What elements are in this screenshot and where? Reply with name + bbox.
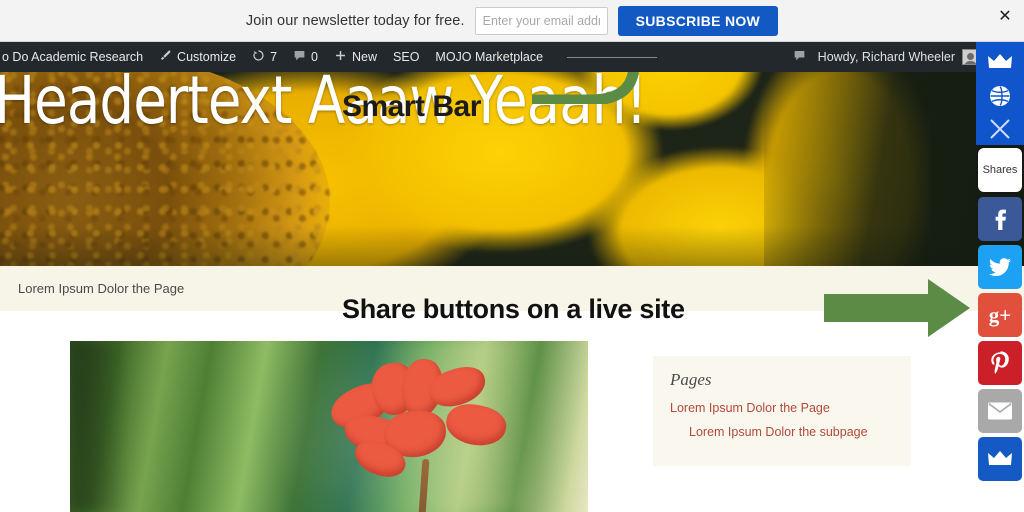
comment-bubble-icon <box>293 49 306 65</box>
post-featured-image <box>70 341 588 512</box>
annotation-share-buttons: Share buttons on a live site <box>342 294 685 324</box>
annotation-arrow-right-icon <box>824 277 972 344</box>
admin-bar-left-group: o Do Academic Research Customize 7 0 New <box>0 42 658 72</box>
plus-icon <box>334 49 347 65</box>
geranium-flower-image <box>324 357 518 512</box>
twitter-icon[interactable] <box>978 245 1022 289</box>
site-name-label: o Do Academic Research <box>2 50 144 64</box>
comments-count: 0 <box>311 50 318 64</box>
pages-widget: Pages Lorem Ipsum Dolor the Page Lorem I… <box>653 356 911 466</box>
admin-bar-updates[interactable]: 7 <box>244 42 285 72</box>
customize-label: Customize <box>177 50 237 64</box>
crown-icon[interactable] <box>978 46 1022 78</box>
wp-admin-bar: o Do Academic Research Customize 7 0 New <box>0 42 1024 72</box>
facebook-icon[interactable] <box>978 197 1022 241</box>
newsletter-message: Join our newsletter today for free. <box>245 12 465 29</box>
shares-count-box[interactable]: Shares <box>978 148 1022 192</box>
seo-label: SEO <box>393 50 420 64</box>
paintbrush-icon <box>159 49 172 65</box>
admin-bar-comments[interactable]: 0 <box>285 42 326 72</box>
google-plus-label: g+ <box>988 302 1012 327</box>
marketplace-label: MOJO Marketplace <box>435 50 544 64</box>
admin-bar-site-name[interactable]: o Do Academic Research <box>0 42 151 72</box>
globe-icon[interactable] <box>978 80 1022 112</box>
hero-bottom-shadow <box>0 226 1024 266</box>
widget-link-page[interactable]: Lorem Ipsum Dolor the Page <box>670 401 830 415</box>
comment-bubble-icon[interactable] <box>793 49 806 65</box>
pinterest-icon[interactable] <box>978 341 1022 385</box>
nav-item-page[interactable]: Lorem Ipsum Dolor the Page <box>18 281 184 296</box>
admin-bar-new[interactable]: New <box>326 42 385 72</box>
new-label: New <box>352 50 378 64</box>
update-arrows-icon <box>252 49 265 65</box>
howdy-label[interactable]: Howdy, Richard Wheeler <box>818 50 955 64</box>
admin-bar-search-underline[interactable] <box>567 56 658 58</box>
smart-bar: Join our newsletter today for free. SUBS… <box>0 0 1024 42</box>
sumome-crown-icon[interactable] <box>978 437 1022 481</box>
close-icon[interactable] <box>978 113 1022 145</box>
subscribe-button[interactable]: SUBSCRIBE NOW <box>617 5 779 36</box>
admin-bar-customize[interactable]: Customize <box>151 42 244 72</box>
widget-title: Pages <box>670 370 712 389</box>
annotation-smart-bar: Smart Bar <box>342 90 481 123</box>
close-icon[interactable]: ✕ <box>994 5 1016 27</box>
email-input[interactable] <box>474 6 608 35</box>
share-rail: Shares g+ <box>976 42 1024 512</box>
flower-stem <box>417 458 430 512</box>
widget-link-subpage[interactable]: Lorem Ipsum Dolor the subpage <box>689 425 868 439</box>
updates-count: 7 <box>270 50 278 64</box>
admin-bar-seo[interactable]: SEO <box>385 42 427 72</box>
sumome-panel <box>976 42 1024 145</box>
admin-bar-mojo-marketplace[interactable]: MOJO Marketplace <box>427 42 551 72</box>
google-plus-icon[interactable]: g+ <box>978 293 1022 337</box>
email-icon[interactable] <box>978 389 1022 433</box>
